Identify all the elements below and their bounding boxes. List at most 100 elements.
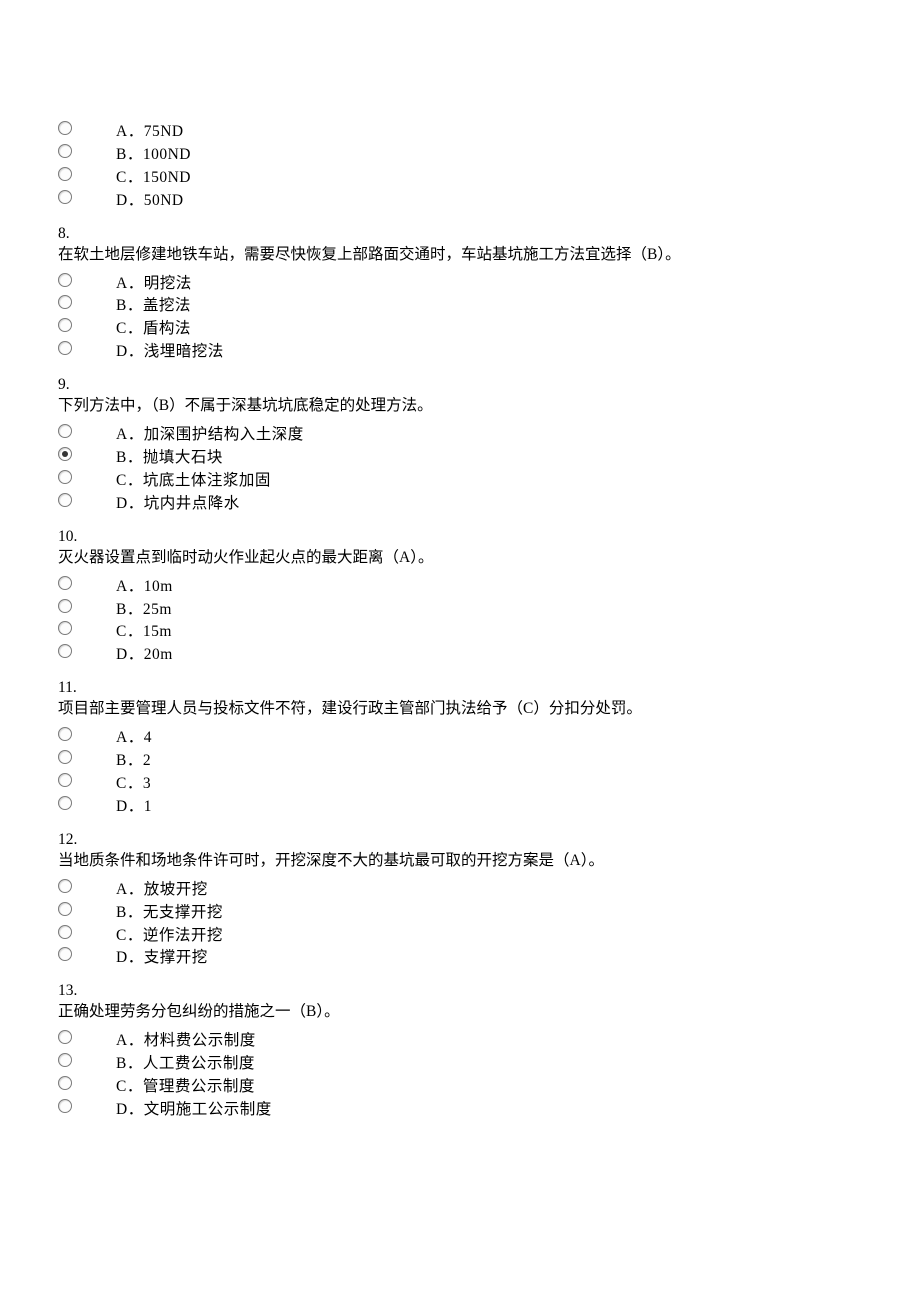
option-row: B．25m: [58, 598, 173, 621]
radio-icon[interactable]: [58, 879, 72, 893]
radio-icon[interactable]: [58, 1099, 72, 1113]
radio-icon[interactable]: [58, 295, 72, 309]
radio-cell: [58, 924, 116, 947]
option-label: A．4: [116, 726, 152, 749]
option-row: B．100ND: [58, 143, 191, 166]
option-row: D．20m: [58, 643, 173, 666]
option-label: A．加深围护结构入土深度: [116, 423, 304, 446]
radio-icon[interactable]: [58, 447, 72, 461]
radio-icon[interactable]: [58, 273, 72, 287]
options-group: A．材料费公示制度B．人工费公示制度C．管理费公示制度D．文明施工公示制度: [58, 1029, 272, 1121]
option-label: B．2: [116, 749, 152, 772]
radio-cell: [58, 469, 116, 492]
radio-cell: [58, 1029, 116, 1052]
option-label: B．抛填大石块: [116, 446, 304, 469]
radio-cell: [58, 294, 116, 317]
option-row: B．抛填大石块: [58, 446, 304, 469]
radio-icon[interactable]: [58, 167, 72, 181]
option-label: B．无支撑开挖: [116, 901, 223, 924]
question-block: 10.灭火器设置点到临时动火作业起火点的最大距离（A）。A．10mB．25mC．…: [58, 527, 862, 667]
radio-icon[interactable]: [58, 1030, 72, 1044]
option-row: C．坑底土体注浆加固: [58, 469, 304, 492]
question-block: A．75NDB．100NDC．150NDD．50ND: [58, 120, 862, 212]
question-stem: 下列方法中，（B）不属于深基坑坑底稳定的处理方法。: [58, 396, 862, 417]
option-label: B．25m: [116, 598, 173, 621]
radio-icon[interactable]: [58, 121, 72, 135]
radio-icon[interactable]: [58, 318, 72, 332]
question-stem: 正确处理劳务分包纠纷的措施之一（B）。: [58, 1002, 862, 1023]
radio-cell: [58, 189, 116, 212]
radio-icon[interactable]: [58, 796, 72, 810]
radio-icon[interactable]: [58, 925, 72, 939]
option-label: A．75ND: [116, 120, 191, 143]
option-row: B．盖挖法: [58, 294, 224, 317]
radio-cell: [58, 1052, 116, 1075]
option-row: D．坑内井点降水: [58, 492, 304, 515]
option-label: D．文明施工公示制度: [116, 1098, 272, 1121]
option-row: C．15m: [58, 620, 173, 643]
radio-icon[interactable]: [58, 773, 72, 787]
option-row: C．盾构法: [58, 317, 224, 340]
radio-icon[interactable]: [58, 1076, 72, 1090]
radio-icon[interactable]: [58, 341, 72, 355]
option-row: A．明挖法: [58, 272, 224, 295]
radio-cell: [58, 620, 116, 643]
option-row: A．10m: [58, 575, 173, 598]
radio-cell: [58, 795, 116, 818]
option-row: D．1: [58, 795, 152, 818]
option-label: C．管理费公示制度: [116, 1075, 272, 1098]
radio-icon[interactable]: [58, 902, 72, 916]
question-number: 13.: [58, 981, 862, 1002]
radio-icon[interactable]: [58, 599, 72, 613]
option-row: A．4: [58, 726, 152, 749]
question-number: 11.: [58, 678, 862, 699]
option-row: B．人工费公示制度: [58, 1052, 272, 1075]
radio-icon[interactable]: [58, 644, 72, 658]
radio-cell: [58, 1098, 116, 1121]
option-label: C．坑底土体注浆加固: [116, 469, 304, 492]
radio-cell: [58, 643, 116, 666]
radio-icon[interactable]: [58, 144, 72, 158]
option-label: D．支撑开挖: [116, 946, 223, 969]
radio-cell: [58, 120, 116, 143]
option-label: C．盾构法: [116, 317, 224, 340]
question-block: 12.当地质条件和场地条件许可时，开挖深度不大的基坑最可取的开挖方案是（A）。A…: [58, 830, 862, 970]
radio-cell: [58, 143, 116, 166]
option-label: D．1: [116, 795, 152, 818]
option-row: C．逆作法开挖: [58, 924, 223, 947]
option-row: D．50ND: [58, 189, 191, 212]
radio-cell: [58, 598, 116, 621]
radio-icon[interactable]: [58, 727, 72, 741]
option-label: C．3: [116, 772, 152, 795]
radio-icon[interactable]: [58, 1053, 72, 1067]
option-label: A．材料费公示制度: [116, 1029, 272, 1052]
radio-cell: [58, 878, 116, 901]
radio-icon[interactable]: [58, 947, 72, 961]
question-block: 8.在软土地层修建地铁车站，需要尽快恢复上部路面交通时，车站基坑施工方法宜选择（…: [58, 224, 862, 364]
radio-icon[interactable]: [58, 750, 72, 764]
option-row: D．文明施工公示制度: [58, 1098, 272, 1121]
question-stem: 项目部主要管理人员与投标文件不符，建设行政主管部门执法给予（C）分扣分处罚。: [58, 699, 862, 720]
option-label: C．15m: [116, 620, 173, 643]
question-stem: 灭火器设置点到临时动火作业起火点的最大距离（A）。: [58, 548, 862, 569]
option-row: C．150ND: [58, 166, 191, 189]
option-label: A．10m: [116, 575, 173, 598]
radio-cell: [58, 492, 116, 515]
option-label: B．盖挖法: [116, 294, 224, 317]
radio-icon[interactable]: [58, 493, 72, 507]
radio-icon[interactable]: [58, 576, 72, 590]
radio-icon[interactable]: [58, 190, 72, 204]
question-block: 9.下列方法中，（B）不属于深基坑坑底稳定的处理方法。 A．加深围护结构入土深度B…: [58, 375, 862, 515]
radio-icon[interactable]: [58, 470, 72, 484]
question-number: 9.: [58, 375, 862, 396]
radio-cell: [58, 317, 116, 340]
question-stem: 在软土地层修建地铁车站，需要尽快恢复上部路面交通时，车站基坑施工方法宜选择（B）…: [58, 245, 862, 266]
radio-cell: [58, 272, 116, 295]
options-group: A．75NDB．100NDC．150NDD．50ND: [58, 120, 191, 212]
radio-icon[interactable]: [58, 621, 72, 635]
option-row: C．3: [58, 772, 152, 795]
radio-icon[interactable]: [58, 424, 72, 438]
option-label: C．逆作法开挖: [116, 924, 223, 947]
question-stem: 当地质条件和场地条件许可时，开挖深度不大的基坑最可取的开挖方案是（A）。: [58, 851, 862, 872]
option-label: D．坑内井点降水: [116, 492, 304, 515]
